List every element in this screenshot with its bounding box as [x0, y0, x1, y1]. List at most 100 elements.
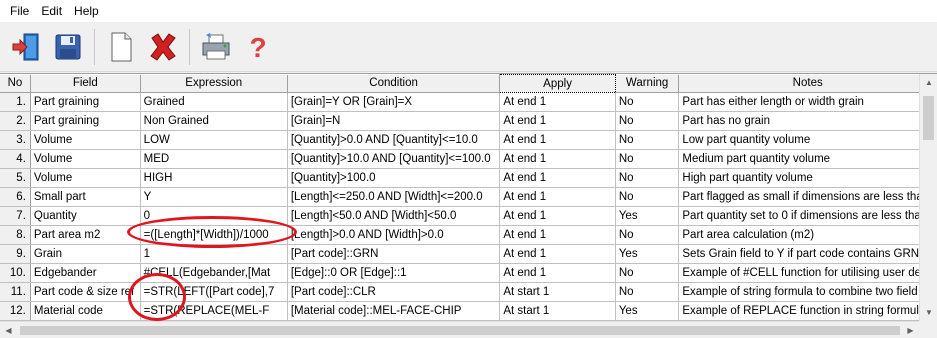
cell-condition[interactable]: [Part code]::CLR [287, 282, 501, 302]
cell-notes[interactable]: Example of string formula to combine two… [678, 282, 937, 302]
menu-file[interactable]: File [4, 4, 35, 18]
table-row[interactable]: 3. Volume LOW [Quantity]>0.0 AND [Quantity]… [0, 130, 937, 150]
cell-no[interactable]: 11. [0, 282, 31, 302]
vertical-scroll-thumb[interactable] [923, 96, 934, 140]
cell-warning[interactable]: Yes [615, 206, 680, 226]
scroll-up-icon[interactable]: ▲ [920, 74, 937, 91]
column-header-notes[interactable]: Notes [678, 74, 937, 93]
cell-field[interactable]: Part code & size ref [30, 282, 141, 302]
cell-notes[interactable]: High part quantity volume [678, 168, 937, 188]
table-row[interactable]: 12. Material code =STR(REPLACE(MEL-F [Mater… [0, 301, 937, 321]
horizontal-scrollbar[interactable]: ◀ ▶ [0, 321, 919, 338]
cell-field[interactable]: Part graining [30, 92, 141, 112]
cell-apply[interactable]: At end 1 [499, 187, 616, 207]
cell-condition[interactable]: [Length]<50.0 AND [Width]<50.0 [287, 206, 501, 226]
table-row[interactable]: 2. Part graining Non Grained [Grain]=N At en… [0, 111, 937, 131]
cell-warning[interactable]: No [615, 187, 680, 207]
cell-field[interactable]: Small part [30, 187, 141, 207]
menu-help[interactable]: Help [68, 4, 105, 18]
cell-apply[interactable]: At end 1 [499, 206, 616, 226]
cell-notes[interactable]: Part has no grain [678, 111, 937, 131]
print-button[interactable] [196, 27, 236, 67]
cell-notes[interactable]: Part quantity set to 0 if dimensions are… [678, 206, 937, 226]
cell-condition[interactable]: [Length]>0.0 AND [Width]>0.0 [287, 225, 501, 245]
cell-expression[interactable]: =STR(REPLACE(MEL-F [140, 301, 288, 321]
table-row[interactable]: 6. Small part Y [Length]<=250.0 AND [Width]… [0, 187, 937, 207]
column-header-expression[interactable]: Expression [140, 74, 288, 93]
cell-condition[interactable]: [Grain]=N [287, 111, 501, 131]
cell-no[interactable]: 2. [0, 111, 31, 131]
cell-warning[interactable]: No [615, 92, 680, 112]
cell-condition[interactable]: [Part code]::GRN [287, 244, 501, 264]
cell-no[interactable]: 7. [0, 206, 31, 226]
save-button[interactable] [48, 27, 88, 67]
cell-apply[interactable]: At end 1 [499, 149, 616, 169]
cell-expression[interactable]: =STR(LEFT([Part code],7 [140, 282, 288, 302]
cell-expression[interactable]: 0 [140, 206, 288, 226]
cell-condition[interactable]: [Quantity]>0.0 AND [Quantity]<=10.0 [287, 130, 501, 150]
cell-warning[interactable]: No [615, 263, 680, 283]
cell-apply[interactable]: At end 1 [499, 225, 616, 245]
cell-field[interactable]: Part area m2 [30, 225, 141, 245]
horizontal-scroll-thumb[interactable] [20, 326, 900, 335]
help-button[interactable]: ? [238, 27, 278, 67]
cell-field[interactable]: Material code [30, 301, 141, 321]
cell-expression[interactable]: Non Grained [140, 111, 288, 131]
cell-expression[interactable]: 1 [140, 244, 288, 264]
table-row[interactable]: 11. Part code & size ref =STR(LEFT([Part c… [0, 282, 937, 302]
cell-expression[interactable]: HIGH [140, 168, 288, 188]
table-row[interactable]: 9. Grain 1 [Part code]::GRN At end 1 Yes Sets … [0, 244, 937, 264]
cell-apply[interactable]: At end 1 [499, 92, 616, 112]
table-row[interactable]: 7. Quantity 0 [Length]<50.0 AND [Width]<50.… [0, 206, 937, 226]
cell-condition[interactable]: [Quantity]>100.0 [287, 168, 501, 188]
cell-condition[interactable]: [Edge]::0 OR [Edge]::1 [287, 263, 501, 283]
cell-notes[interactable]: Part area calculation (m2) [678, 225, 937, 245]
column-header-apply[interactable]: Apply [499, 74, 616, 93]
cell-no[interactable]: 8. [0, 225, 31, 245]
cell-apply[interactable]: At end 1 [499, 168, 616, 188]
column-header-field[interactable]: Field [30, 74, 141, 93]
cell-warning[interactable]: No [615, 111, 680, 131]
scroll-down-icon[interactable]: ▼ [920, 304, 937, 321]
cell-apply[interactable]: At start 1 [499, 301, 616, 321]
column-header-warning[interactable]: Warning [615, 74, 680, 93]
cell-warning[interactable]: No [615, 225, 680, 245]
cell-notes[interactable]: Example of REPLACE function in string fo… [678, 301, 937, 321]
cell-no[interactable]: 4. [0, 149, 31, 169]
cell-notes[interactable]: Part has either length or width grain [678, 92, 937, 112]
cell-expression[interactable]: Grained [140, 92, 288, 112]
cell-no[interactable]: 12. [0, 301, 31, 321]
cell-field[interactable]: Volume [30, 168, 141, 188]
vertical-scrollbar[interactable]: ▲ ▼ [919, 74, 937, 321]
cell-field[interactable]: Quantity [30, 206, 141, 226]
cell-notes[interactable]: Example of #CELL function for utilising … [678, 263, 937, 283]
cell-field[interactable]: Volume [30, 130, 141, 150]
column-header-condition[interactable]: Condition [287, 74, 501, 93]
cell-field[interactable]: Edgebander [30, 263, 141, 283]
cell-expression[interactable]: =([Length]*[Width])/1000 [140, 225, 288, 245]
menu-edit[interactable]: Edit [35, 4, 68, 18]
cell-field[interactable]: Volume [30, 149, 141, 169]
cell-no[interactable]: 6. [0, 187, 31, 207]
table-row[interactable]: 8. Part area m2 =([Length]*[Width])/1000 [L… [0, 225, 937, 245]
cell-no[interactable]: 10. [0, 263, 31, 283]
cell-condition[interactable]: [Material code]::MEL-FACE-CHIP [287, 301, 501, 321]
delete-button[interactable] [143, 27, 183, 67]
cell-notes[interactable]: Sets Grain field to Y if part code conta… [678, 244, 937, 264]
column-header-no[interactable]: No [0, 74, 31, 93]
cell-field[interactable]: Part graining [30, 111, 141, 131]
cell-field[interactable]: Grain [30, 244, 141, 264]
cell-condition[interactable]: [Quantity]>10.0 AND [Quantity]<=100.0 [287, 149, 501, 169]
cell-expression[interactable]: Y [140, 187, 288, 207]
cell-no[interactable]: 3. [0, 130, 31, 150]
cell-apply[interactable]: At end 1 [499, 111, 616, 131]
cell-warning[interactable]: No [615, 168, 680, 188]
cell-no[interactable]: 9. [0, 244, 31, 264]
table-row[interactable]: 1. Part graining Grained [Grain]=Y OR [Grai… [0, 92, 937, 112]
cell-no[interactable]: 1. [0, 92, 31, 112]
cell-warning[interactable]: No [615, 130, 680, 150]
cell-no[interactable]: 5. [0, 168, 31, 188]
cell-warning[interactable]: No [615, 282, 680, 302]
cell-warning[interactable]: Yes [615, 301, 680, 321]
exit-button[interactable] [6, 27, 46, 67]
